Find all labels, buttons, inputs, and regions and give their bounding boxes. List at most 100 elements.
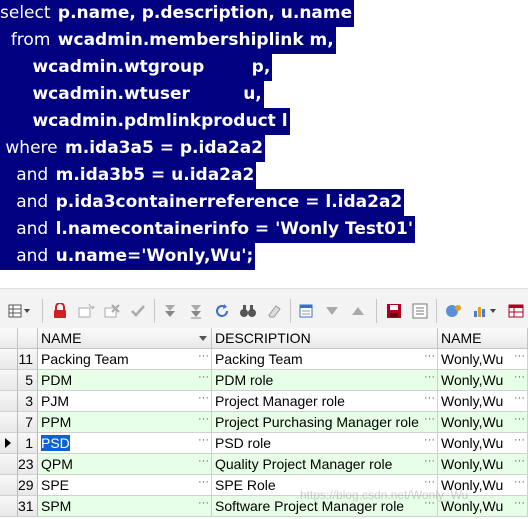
cell-description[interactable]: Project Manager role ··· bbox=[212, 391, 438, 412]
sql-line-9[interactable]: and l.namecontainerinfo = 'Wonly Test01' bbox=[0, 216, 416, 243]
row-indicator[interactable] bbox=[0, 496, 18, 517]
cell-editor-dots-icon[interactable]: ··· bbox=[514, 496, 525, 514]
cell-editor-dots-icon[interactable]: ··· bbox=[198, 370, 209, 388]
cell-user-name[interactable]: Wonly,Wu ··· bbox=[438, 349, 528, 370]
cell-user-name[interactable]: Wonly,Wu ··· bbox=[438, 370, 528, 391]
filter-down2-icon[interactable] bbox=[186, 301, 206, 321]
cell-text: PSD bbox=[41, 435, 70, 451]
sql-line-6[interactable]: where m.ida3a5 = p.ida2a2 bbox=[0, 135, 266, 162]
cell-text: Packing Team bbox=[215, 351, 303, 367]
cell-editor-dots-icon[interactable]: ··· bbox=[424, 349, 435, 367]
cell-name[interactable]: QPM ··· bbox=[38, 454, 212, 475]
sort-arrow-icon[interactable] bbox=[199, 336, 207, 341]
cell-editor-dots-icon[interactable]: ··· bbox=[424, 391, 435, 409]
table-row[interactable]: 23 QPM ··· Quality Project Manager role ··· W… bbox=[0, 454, 528, 475]
cell-editor-dots-icon[interactable]: ··· bbox=[514, 454, 525, 472]
cell-text: Wonly,Wu bbox=[441, 456, 504, 472]
row-indicator[interactable] bbox=[0, 349, 18, 370]
cell-editor-dots-icon[interactable]: ··· bbox=[424, 433, 435, 451]
lock-icon[interactable] bbox=[50, 301, 70, 321]
cell-user-name[interactable]: Wonly,Wu ··· bbox=[438, 433, 528, 454]
cell-user-name[interactable]: Wonly,Wu ··· bbox=[438, 412, 528, 433]
post-icon[interactable] bbox=[128, 301, 148, 321]
cell-name[interactable]: SPM ··· bbox=[38, 496, 212, 517]
row-indicator[interactable] bbox=[0, 475, 18, 496]
sql-line-10[interactable]: and u.name='Wonly,Wu'; bbox=[0, 243, 256, 270]
export-icon[interactable] bbox=[296, 301, 316, 321]
row-indicator[interactable] bbox=[0, 370, 18, 391]
table-row[interactable]: 3 PJM ··· Project Manager role ··· Wonly,Wu ··… bbox=[0, 391, 528, 412]
sql-keyword: and bbox=[16, 162, 51, 189]
cell-name[interactable]: PSD ··· bbox=[38, 433, 212, 454]
sql-line-2[interactable]: from wcadmin.membershiplink m, bbox=[0, 27, 336, 54]
cell-description[interactable]: Packing Team ··· bbox=[212, 349, 438, 370]
cell-user-name[interactable]: Wonly,Wu ··· bbox=[438, 391, 528, 412]
cell-description[interactable]: Quality Project Manager role ··· bbox=[212, 454, 438, 475]
cell-editor-dots-icon[interactable]: ··· bbox=[514, 433, 525, 451]
sql-line-5[interactable]: wcadmin.pdmlinkproduct l bbox=[0, 108, 290, 135]
sql-text: wcadmin.pdmlinkproduct l bbox=[32, 111, 288, 131]
cell-editor-dots-icon[interactable]: ··· bbox=[514, 475, 525, 493]
triangle-up-icon[interactable] bbox=[348, 301, 368, 321]
find-icon[interactable] bbox=[238, 301, 258, 321]
table-icon[interactable] bbox=[506, 301, 526, 321]
table-row[interactable]: 1 PSD ··· PSD role ··· Wonly,Wu ··· bbox=[0, 433, 528, 454]
row-indicator[interactable] bbox=[0, 412, 18, 433]
cell-editor-dots-icon[interactable]: ··· bbox=[198, 496, 209, 514]
sql-line-1[interactable]: select p.name, p.description, u.name bbox=[0, 0, 355, 27]
table-row[interactable]: 7 PPM ··· Project Purchasing Manager role ··… bbox=[0, 412, 528, 433]
cell-name[interactable]: Packing Team ··· bbox=[38, 349, 212, 370]
add-record-icon[interactable] bbox=[76, 301, 96, 321]
sql-line-4[interactable]: wcadmin.wtuser u, bbox=[0, 81, 264, 108]
refresh-icon[interactable] bbox=[212, 301, 232, 321]
delete-record-icon[interactable] bbox=[102, 301, 122, 321]
cell-editor-dots-icon[interactable]: ··· bbox=[198, 475, 209, 493]
current-row-arrow-icon bbox=[5, 438, 11, 448]
cell-editor-dots-icon[interactable]: ··· bbox=[424, 454, 435, 472]
sql-editor[interactable]: select p.name, p.description, u.name fro… bbox=[0, 0, 528, 270]
cell-description[interactable]: Project Purchasing Manager role ··· bbox=[212, 412, 438, 433]
cell-name[interactable]: PDM ··· bbox=[38, 370, 212, 391]
save-icon[interactable] bbox=[384, 301, 404, 321]
cell-editor-dots-icon[interactable]: ··· bbox=[424, 370, 435, 388]
connection-icon[interactable] bbox=[444, 301, 464, 321]
cell-editor-dots-icon[interactable]: ··· bbox=[514, 412, 525, 430]
cell-description[interactable]: PDM role ··· bbox=[212, 370, 438, 391]
cell-editor-dots-icon[interactable]: ··· bbox=[198, 454, 209, 472]
sql-line-7[interactable]: and m.ida3b5 = u.ida2a2 bbox=[0, 162, 257, 189]
cell-name[interactable]: PPM ··· bbox=[38, 412, 212, 433]
sql-text: wcadmin.membershiplink m, bbox=[57, 30, 334, 50]
cell-editor-dots-icon[interactable]: ··· bbox=[198, 391, 209, 409]
table-row[interactable]: 5 PDM ··· PDM role ··· Wonly,Wu ··· bbox=[0, 370, 528, 391]
cell-user-name[interactable]: Wonly,Wu ··· bbox=[438, 454, 528, 475]
cell-editor-dots-icon[interactable]: ··· bbox=[424, 412, 435, 430]
row-number-header bbox=[18, 328, 38, 349]
table-row[interactable]: 11 Packing Team ··· Packing Team ··· Wonly,Wu… bbox=[0, 349, 528, 370]
cell-editor-dots-icon[interactable]: ··· bbox=[514, 349, 525, 367]
cell-text: Wonly,Wu bbox=[441, 393, 504, 409]
column-header-name[interactable]: NAME bbox=[38, 328, 212, 349]
sql-line-3[interactable]: wcadmin.wtgroup p, bbox=[0, 54, 273, 81]
triangle-down-icon[interactable] bbox=[322, 301, 342, 321]
cell-text: QPM bbox=[41, 456, 73, 472]
cell-editor-dots-icon[interactable]: ··· bbox=[198, 349, 209, 367]
grid-options-icon[interactable] bbox=[4, 301, 34, 321]
clear-icon[interactable] bbox=[264, 301, 284, 321]
cell-description[interactable]: PSD role ··· bbox=[212, 433, 438, 454]
row-indicator[interactable] bbox=[0, 391, 18, 412]
cell-name[interactable]: SPE ··· bbox=[38, 475, 212, 496]
query-by-example-icon[interactable] bbox=[410, 301, 430, 321]
filter-down-icon[interactable] bbox=[160, 301, 180, 321]
cell-text: PDM role bbox=[215, 372, 274, 388]
column-header-user-name[interactable]: NAME bbox=[438, 328, 528, 349]
row-indicator[interactable] bbox=[0, 454, 18, 475]
chart-icon[interactable] bbox=[470, 301, 498, 321]
row-indicator[interactable] bbox=[0, 433, 18, 454]
sql-line-8[interactable]: and p.ida3containerreference = l.ida2a2 bbox=[0, 189, 405, 216]
column-header-description[interactable]: DESCRIPTION bbox=[212, 328, 438, 349]
cell-editor-dots-icon[interactable]: ··· bbox=[514, 370, 525, 388]
cell-editor-dots-icon[interactable]: ··· bbox=[198, 412, 209, 430]
cell-name[interactable]: PJM ··· bbox=[38, 391, 212, 412]
cell-editor-dots-icon[interactable]: ··· bbox=[514, 391, 525, 409]
cell-editor-dots-icon[interactable]: ··· bbox=[198, 433, 209, 451]
